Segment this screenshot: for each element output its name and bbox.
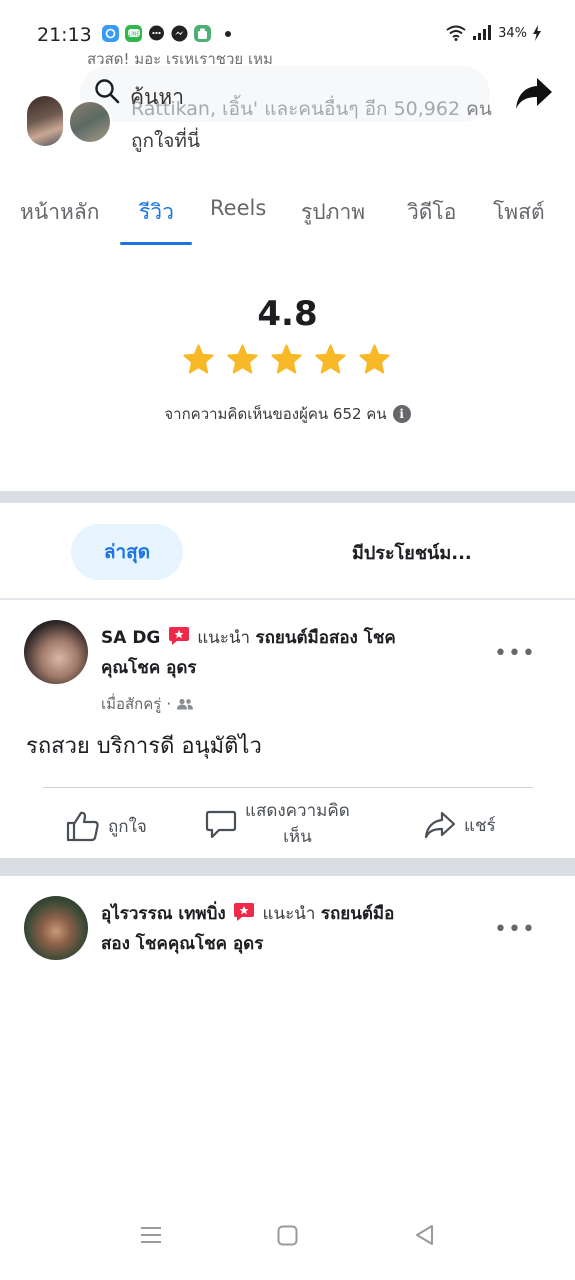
star-icon — [227, 344, 258, 374]
tab-reviews[interactable]: รีวิว — [139, 196, 174, 229]
reviewer-name[interactable]: อุไรวรรณ เทพบิ่ง — [101, 904, 226, 924]
section-divider — [0, 491, 575, 503]
reviewed-page-name-cont[interactable]: สอง โชคคุณโชค อุดร — [101, 934, 263, 954]
liker-avatar — [27, 96, 63, 146]
reviewer-avatar[interactable] — [24, 620, 88, 684]
tab-reels[interactable]: Reels — [210, 196, 266, 220]
more-notifications-dot — [225, 30, 231, 37]
like-thumb-icon — [66, 811, 99, 842]
star-icon — [271, 344, 302, 374]
active-tab-indicator — [120, 242, 192, 245]
messenger-app-icon — [171, 25, 188, 42]
review-divider — [0, 858, 575, 876]
tab-home[interactable]: หน้าหลัก — [20, 196, 99, 229]
line-app-icon: LINE — [125, 25, 142, 42]
wifi-icon — [446, 25, 466, 41]
recommend-badge-icon — [168, 627, 189, 645]
recents-menu-icon[interactable] — [140, 1225, 162, 1245]
likers-summary[interactable]: Rattikan, เอิ้น' และคนอื่นๆ อีก 50,962 ค… — [131, 94, 492, 124]
reviewed-page-name-cont[interactable]: คุณโชค อุดร — [101, 658, 196, 678]
share-label: แชร์ — [464, 815, 496, 836]
filter-latest-button[interactable]: ล่าสุด — [71, 524, 183, 580]
likers-summary-line2: ถูกใจที่นี่ — [131, 130, 200, 152]
comment-label-line2: เห็น — [283, 827, 312, 847]
review-time[interactable]: เมื่อสักครู่ — [101, 692, 161, 716]
status-bar: 21:13 LINE 34% — [0, 0, 575, 52]
reviewer-avatar[interactable] — [24, 896, 88, 960]
rating-count-text: จากความคิดเห็นของผู้คน 652 คน — [164, 405, 387, 423]
home-square-icon[interactable] — [277, 1225, 298, 1246]
svg-text:LINE: LINE — [128, 31, 139, 37]
tab-posts[interactable]: โพสต์ — [493, 196, 545, 229]
search-icon[interactable] — [94, 78, 120, 104]
more-options-icon[interactable]: ••• — [494, 643, 536, 665]
tab-videos[interactable]: วิดีโอ — [407, 196, 456, 229]
status-right: 34% — [446, 25, 541, 41]
review-header: อุไรวรรณ เทพบิ่ง แนะนำ รถยนต์มือ สอง โชค… — [101, 899, 481, 959]
comment-bubble-icon — [205, 810, 237, 839]
share-arrow-icon[interactable] — [515, 76, 553, 112]
recommends-label: แนะนำ — [197, 628, 251, 648]
review-text: รถสวย บริการดี อนุมัติไว — [26, 734, 262, 759]
comment-label-line1: แสดงความคิด — [245, 801, 350, 821]
review-meta: เมื่อสักครู่ · — [101, 692, 194, 716]
comment-label: แสดงความคิด เห็น — [245, 798, 350, 850]
back-triangle-icon[interactable] — [414, 1224, 434, 1246]
rating-stars — [183, 344, 390, 374]
charging-icon — [533, 25, 541, 41]
likers-suffix: คน — [466, 98, 492, 120]
action-separator — [43, 787, 533, 788]
battery-level: 34% — [498, 25, 527, 41]
star-icon — [183, 344, 214, 374]
signal-app-icon — [102, 25, 119, 42]
share-icon — [424, 811, 456, 839]
reviewed-page-name[interactable]: รถยนต์มือ — [321, 904, 394, 924]
notification-icons: LINE — [102, 25, 231, 42]
rating-value: 4.8 — [257, 294, 318, 334]
meta-separator: · — [166, 695, 172, 713]
reviewer-name[interactable]: SA DG — [101, 628, 160, 648]
star-icon — [359, 344, 390, 374]
tab-photos[interactable]: รูปภาพ — [301, 196, 365, 229]
filter-divider — [0, 598, 575, 600]
page-tabs: หน้าหลัก รีวิว Reels รูปภาพ วิดีโอ โพสต์ — [0, 192, 575, 246]
more-options-icon[interactable]: ••• — [494, 919, 536, 941]
liker-avatar — [68, 100, 112, 144]
audience-friends-icon — [177, 698, 194, 710]
recommend-badge-icon — [234, 903, 255, 921]
filter-helpful-button[interactable]: มีประโยชน์ม... — [352, 538, 472, 567]
like-label: ถูกใจ — [108, 816, 147, 837]
system-nav-bar — [0, 1216, 575, 1256]
comment-button[interactable]: แสดงความคิด เห็น — [205, 798, 350, 850]
rating-count: จากความคิดเห็นของผู้คน 652 คน i — [0, 402, 575, 426]
reviewed-page-name[interactable]: รถยนต์มือสอง โชค — [256, 628, 396, 648]
review-header: SA DG แนะนำ รถยนต์มือสอง โชค คุณโชค อุดร — [101, 623, 481, 683]
recommends-label: แนะนำ — [262, 904, 316, 924]
share-button[interactable]: แชร์ — [424, 810, 496, 840]
star-icon — [315, 344, 346, 374]
info-icon[interactable]: i — [392, 405, 411, 423]
likers-names: Rattikan, เอิ้น' และคนอื่นๆ อีก 50,962 — [131, 98, 461, 120]
like-button[interactable]: ถูกใจ — [66, 810, 147, 842]
chat-app-icon — [148, 25, 165, 42]
android-app-icon — [194, 25, 211, 42]
cell-signal-icon — [473, 25, 492, 40]
status-time: 21:13 — [37, 24, 92, 46]
